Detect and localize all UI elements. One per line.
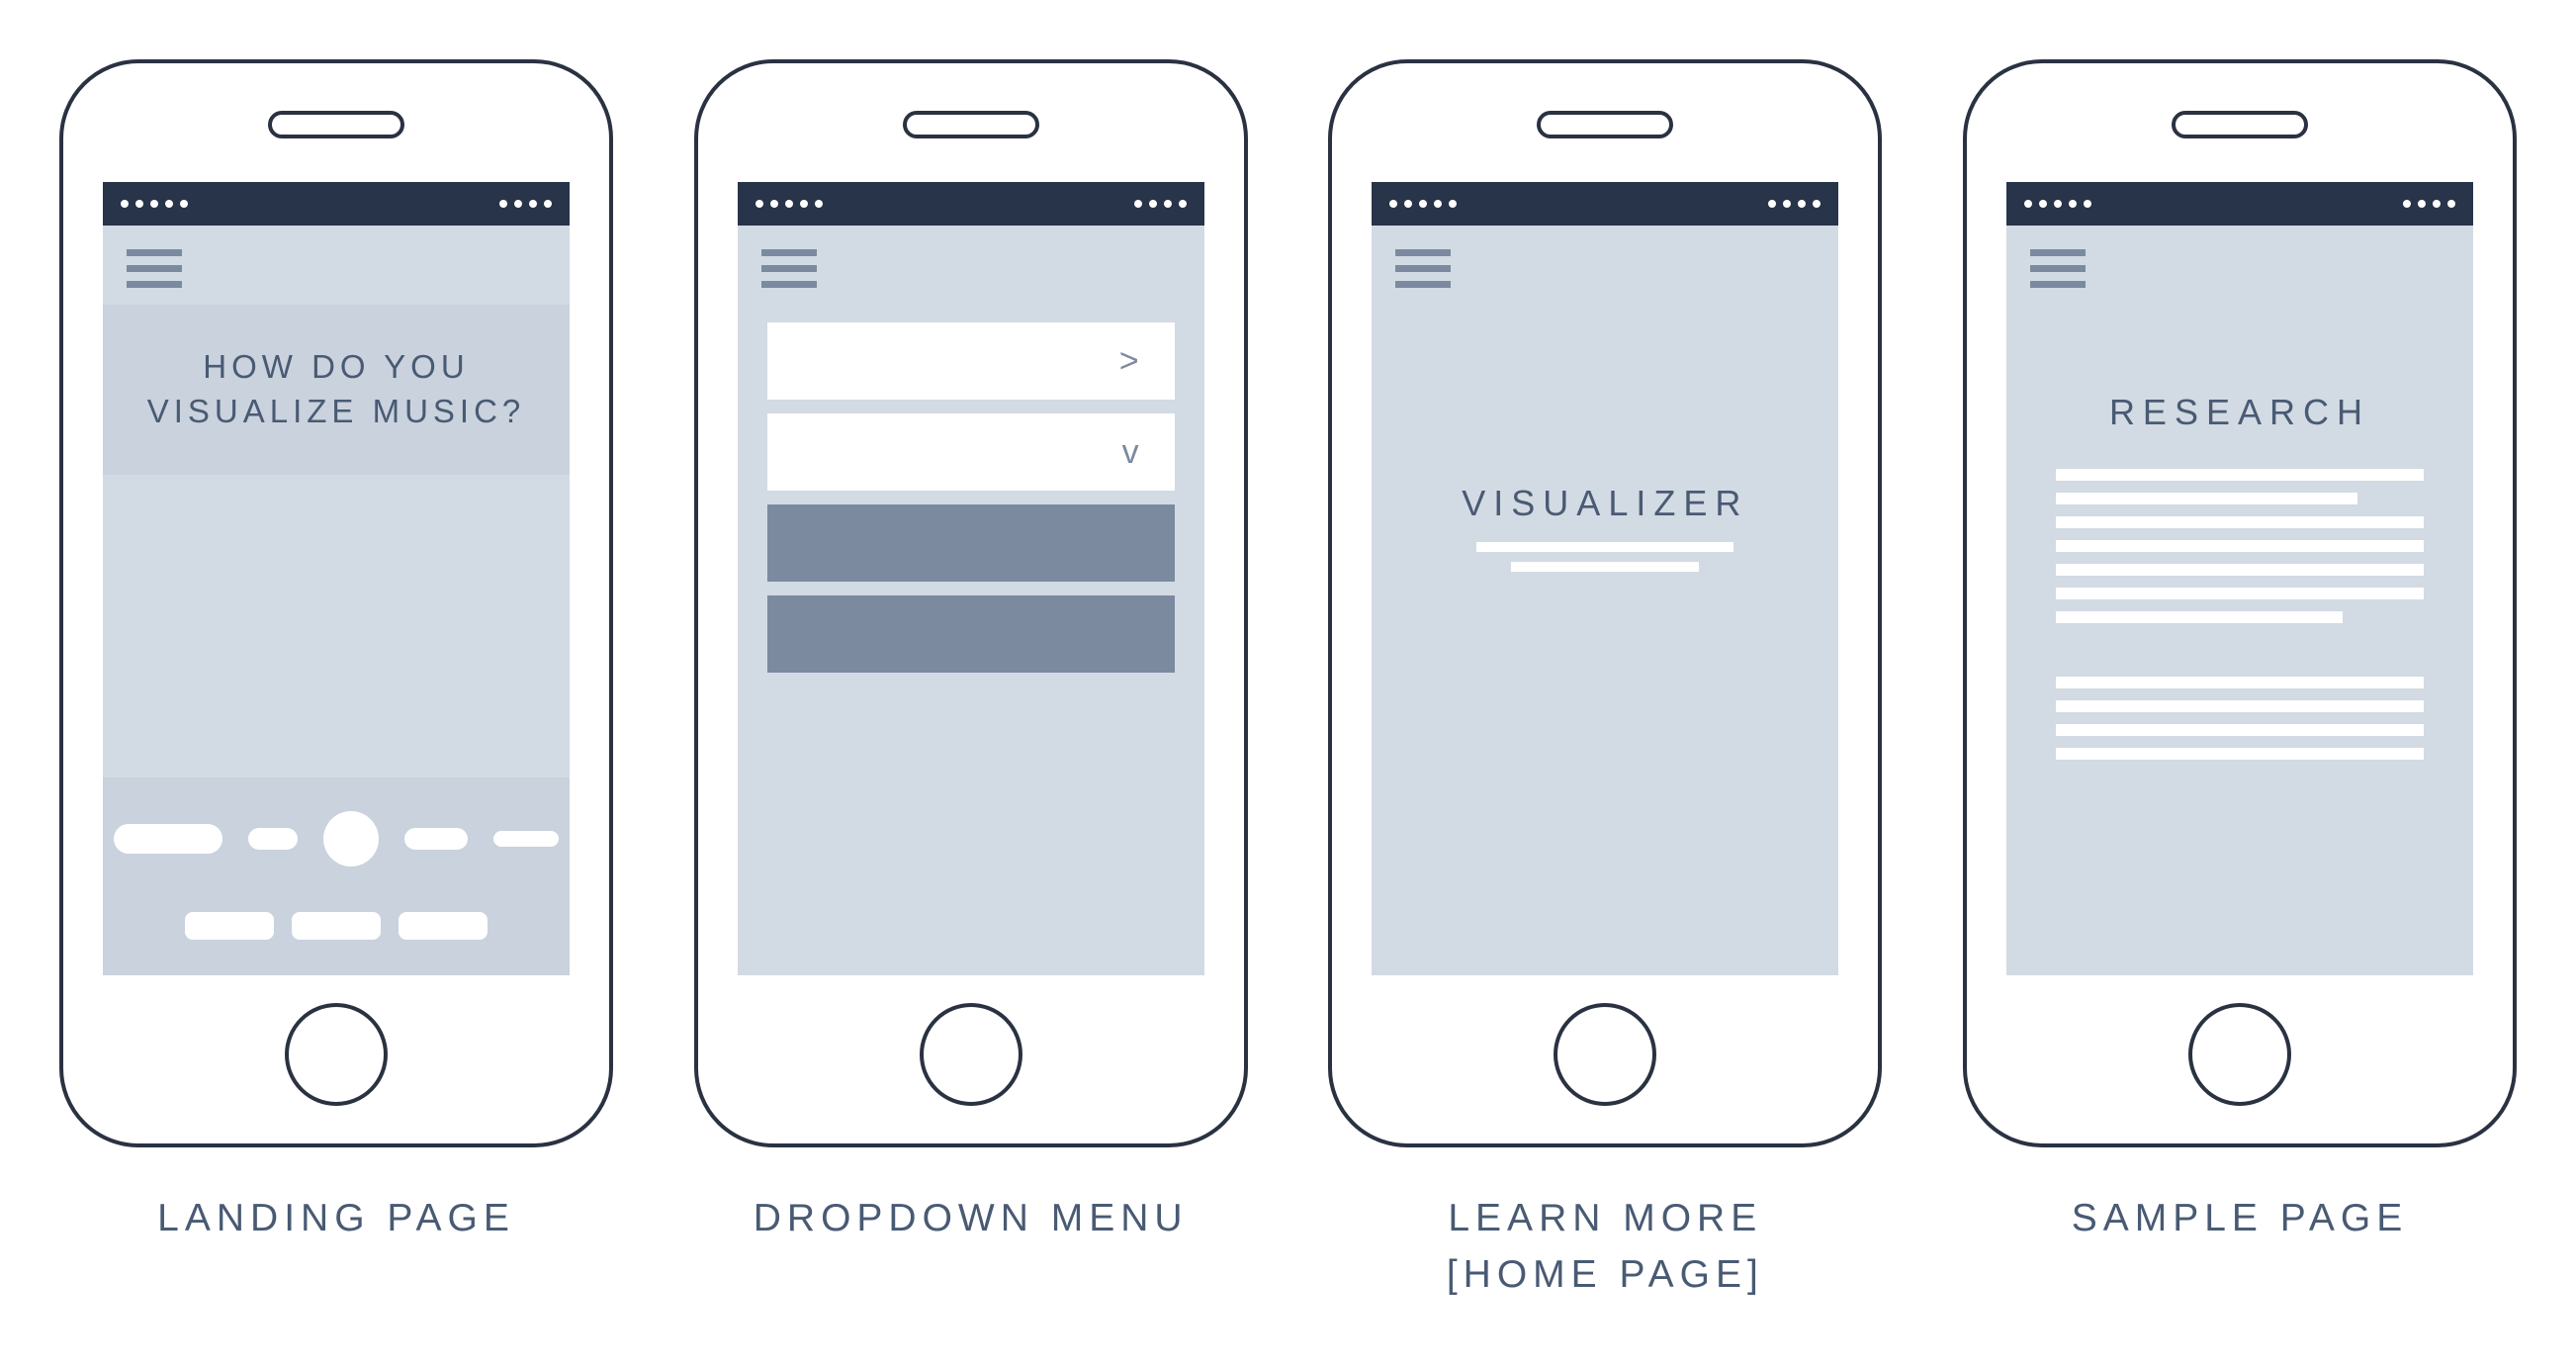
player-rw-icon[interactable] [248,828,298,850]
signal-dots-icon [755,200,823,208]
page-title: RESEARCH [2006,392,2473,433]
frame-sample: RESEARCH SAMPLE PAGE [1963,59,2517,1247]
frame-caption: LEARN MORE [HOME PAGE] [1447,1191,1764,1303]
menu-item-4[interactable] [767,595,1175,673]
player-chip-2[interactable] [292,912,381,940]
hamburger-icon[interactable] [1395,249,1451,288]
home-button[interactable] [2188,1003,2291,1106]
wireframe-stage: HOW DO YOU VISUALIZE MUSIC? [0,0,2576,1369]
chevron-right-icon: > [1119,342,1139,381]
status-bar [2006,182,2473,226]
signal-dots-icon [1389,200,1457,208]
signal-dots-icon [121,200,188,208]
screen-landing: HOW DO YOU VISUALIZE MUSIC? [103,226,570,975]
status-dots-icon [2403,200,2455,208]
home-button[interactable] [1554,1003,1656,1106]
player-ff-icon[interactable] [404,828,468,850]
page-title: VISUALIZER [1372,483,1838,524]
screen-sample: RESEARCH [2006,226,2473,975]
menu-item-1[interactable]: > [767,322,1175,400]
home-button[interactable] [920,1003,1022,1106]
hamburger-icon[interactable] [2030,249,2086,288]
dropdown-menu: > v [767,322,1175,673]
paragraph-2 [2056,677,2424,760]
status-bar [1372,182,1838,226]
menu-item-2[interactable]: v [767,413,1175,491]
player-button-next[interactable] [493,831,559,847]
home-button[interactable] [285,1003,388,1106]
hero-band: HOW DO YOU VISUALIZE MUSIC? [103,305,570,475]
phone-sample: RESEARCH [1963,59,2517,1147]
subtitle-lines [1470,542,1739,572]
hamburger-icon[interactable] [761,249,817,288]
chevron-down-icon: v [1122,433,1139,472]
frame-caption: SAMPLE PAGE [2072,1191,2409,1247]
phone-speaker [903,111,1039,138]
status-bar [738,182,1204,226]
phone-speaker [1537,111,1673,138]
frame-caption: DROPDOWN MENU [754,1191,1189,1247]
screen-learn-more: VISUALIZER [1372,226,1838,975]
player-chip-3[interactable] [399,912,488,940]
status-dots-icon [1134,200,1187,208]
menu-item-3[interactable] [767,504,1175,582]
status-dots-icon [1768,200,1821,208]
status-bar [103,182,570,226]
phone-dropdown: > v [694,59,1248,1147]
phone-learn-more: VISUALIZER [1328,59,1882,1147]
phone-speaker [268,111,404,138]
frame-caption: LANDING PAGE [157,1191,515,1247]
frame-dropdown: > v DROPDOWN MENU [694,59,1248,1247]
signal-dots-icon [2024,200,2091,208]
frame-landing: HOW DO YOU VISUALIZE MUSIC? [59,59,613,1247]
player-button-prev[interactable] [114,824,222,854]
phone-speaker [2172,111,2308,138]
player-chip-1[interactable] [185,912,274,940]
hero-text: HOW DO YOU VISUALIZE MUSIC? [147,345,526,433]
paragraph-1 [2056,469,2424,623]
status-dots-icon [499,200,552,208]
player-block [103,777,570,975]
screen-dropdown: > v [738,226,1204,975]
player-play-button[interactable] [323,811,379,867]
hamburger-icon[interactable] [127,249,182,288]
phone-landing: HOW DO YOU VISUALIZE MUSIC? [59,59,613,1147]
frame-learn-more: VISUALIZER LEARN MORE [HOME PAGE] [1328,59,1882,1303]
